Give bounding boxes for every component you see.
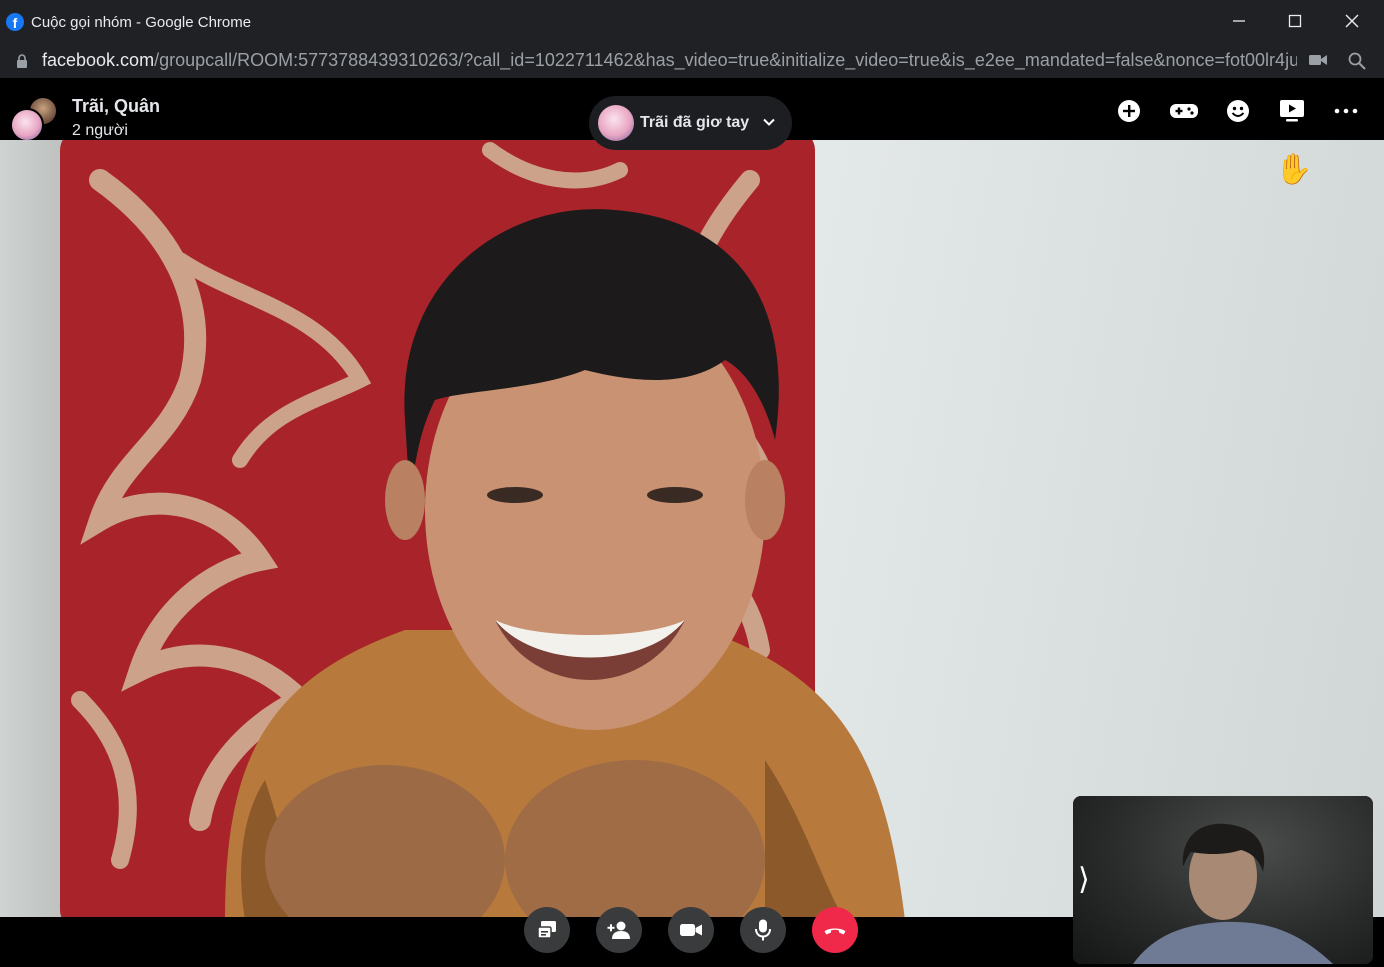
zoom-icon[interactable]	[1348, 52, 1366, 70]
camera-button[interactable]	[668, 907, 714, 953]
microphone-icon	[755, 919, 771, 941]
url-text[interactable]: facebook.com/groupcall/ROOM:577378843931…	[42, 50, 1297, 71]
person-video	[225, 209, 905, 917]
add-icon[interactable]	[1115, 97, 1143, 125]
avatar	[10, 108, 44, 142]
raise-hand-notification[interactable]: Trãi đã giơ tay	[589, 96, 792, 150]
close-icon	[1345, 14, 1359, 28]
microphone-button[interactable]	[740, 907, 786, 953]
self-video-preview[interactable]: ⟩	[1073, 796, 1373, 964]
group-name: Trãi, Quân	[72, 96, 161, 116]
group-avatar[interactable]	[10, 96, 62, 144]
end-call-button[interactable]	[812, 907, 858, 953]
end-call-icon	[824, 928, 846, 935]
facebook-icon: f	[6, 13, 24, 31]
raised-hand-icon: ✋	[1275, 153, 1313, 186]
lock-icon[interactable]	[16, 54, 28, 68]
participant-count: 2 người	[72, 122, 128, 139]
game-controller-icon[interactable]	[1169, 97, 1199, 125]
url-path: /groupcall/ROOM:5773788439310263/?call_i…	[154, 50, 1297, 70]
app-window: f Cuộc gọi nhóm - Google Chrome facebook…	[0, 0, 1384, 967]
add-person-icon	[607, 921, 630, 939]
close-button[interactable]	[1332, 8, 1372, 36]
share-screen-icon[interactable]	[1278, 97, 1306, 125]
more-icon[interactable]	[1332, 97, 1360, 125]
emoji-icon[interactable]	[1224, 97, 1252, 125]
camera-icon	[680, 924, 702, 936]
url-host: facebook.com	[42, 50, 155, 70]
self-person-video	[1133, 823, 1333, 964]
screen-share-icon	[537, 921, 556, 939]
add-person-button[interactable]	[596, 907, 642, 953]
browser-titlebar: f Cuộc gọi nhóm - Google Chrome	[0, 0, 1384, 44]
screen-share-button[interactable]	[524, 907, 570, 953]
maximize-icon	[1288, 14, 1302, 28]
camera-in-use-icon[interactable]	[1309, 53, 1327, 67]
window-title: Cuộc gọi nhóm - Google Chrome	[31, 14, 252, 31]
minimize-icon	[1233, 20, 1245, 22]
expand-self-view-icon[interactable]: ⟩	[1078, 862, 1090, 897]
avatar	[598, 105, 634, 141]
address-bar[interactable]: facebook.com/groupcall/ROOM:577378843931…	[0, 44, 1384, 78]
raise-hand-text: Trãi đã giơ tay	[640, 114, 750, 131]
chevron-down-icon[interactable]	[761, 114, 777, 130]
maximize-button[interactable]	[1275, 8, 1315, 36]
minimize-button[interactable]	[1219, 8, 1259, 36]
